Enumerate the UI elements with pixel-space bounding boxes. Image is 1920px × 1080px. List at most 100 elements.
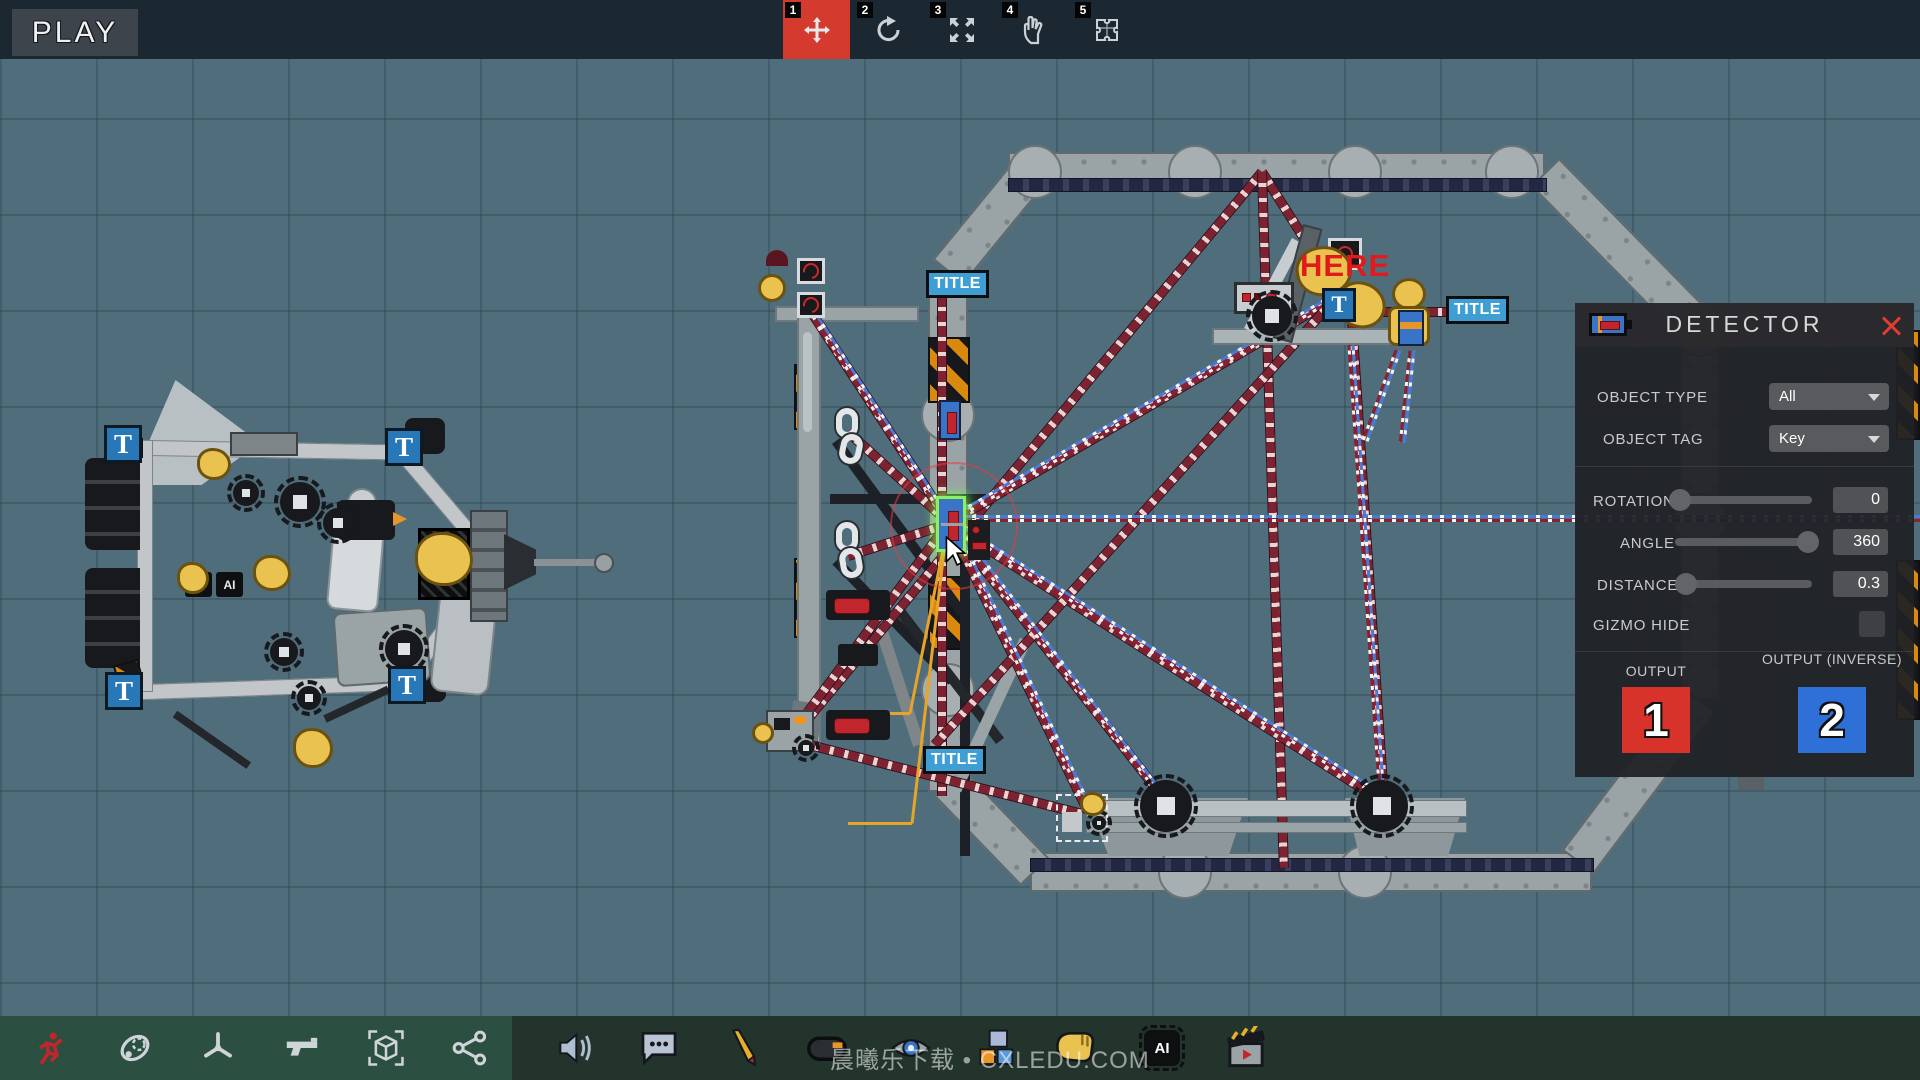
rotation-value[interactable]: 0 — [1833, 487, 1888, 513]
gear — [297, 686, 321, 710]
mushroom-cap — [766, 250, 788, 266]
watermark: 晨曦乐下载 • CXLEDU.COM — [830, 1040, 1150, 1075]
glove — [177, 562, 209, 594]
scale-tool-button[interactable]: 3 — [928, 0, 995, 59]
rotate-icon — [874, 15, 904, 45]
gizmo-pole-slot — [803, 332, 812, 432]
volume-icon[interactable] — [553, 1026, 597, 1070]
cone — [504, 534, 536, 590]
detector-beam — [1399, 350, 1416, 442]
truss-rod — [173, 711, 251, 769]
detector-beam — [1362, 349, 1401, 442]
panel-header: DETECTOR — [1575, 303, 1914, 347]
mouse-cursor — [944, 536, 966, 571]
entity-category-icon[interactable] — [30, 1026, 74, 1070]
rotation-loop-box[interactable] — [797, 258, 825, 284]
loop-arrow-icon — [800, 260, 822, 282]
gear — [270, 638, 298, 666]
distance-value[interactable]: 0.3 — [1833, 571, 1888, 597]
rotation-slider[interactable] — [1675, 496, 1812, 504]
key-object-box[interactable]: T — [1322, 288, 1356, 322]
output-button[interactable]: 1 — [1622, 687, 1690, 753]
hazard-stripe-left-rail-1 — [928, 337, 970, 403]
gear — [323, 508, 353, 538]
tool-number: 2 — [857, 2, 873, 18]
distance-slider-knob[interactable] — [1675, 573, 1697, 595]
ai-chip-label: AI — [1155, 1040, 1170, 1057]
yellow-ball — [752, 722, 774, 744]
engine-block — [85, 458, 140, 550]
machinery-category-icon[interactable] — [113, 1026, 157, 1070]
output-label: OUTPUT — [1581, 663, 1731, 679]
object-type-value: All — [1779, 388, 1796, 405]
t-box[interactable]: T — [385, 428, 423, 466]
move-tool-button[interactable]: 1 — [783, 0, 850, 59]
person-vest — [1398, 310, 1424, 346]
angle-slider-knob[interactable] — [1797, 531, 1819, 553]
object-tag-dropdown[interactable]: Key — [1769, 425, 1889, 452]
t-box[interactable]: T — [104, 425, 142, 463]
puzzle-icon — [1092, 15, 1122, 45]
gear — [1252, 296, 1292, 336]
prop-category-icon[interactable] — [364, 1026, 408, 1070]
output-inverse-button[interactable]: 2 — [1798, 687, 1866, 753]
rotation-slider-knob[interactable] — [1669, 489, 1691, 511]
grab-tool-button[interactable]: 4 — [1000, 0, 1067, 59]
object-type-label: OBJECT TYPE — [1597, 389, 1708, 406]
motor-core — [834, 598, 870, 614]
rotate-tool-button[interactable]: 2 — [855, 0, 922, 59]
left-machine[interactable]: T T T T AI AI — [85, 380, 615, 780]
wire — [848, 822, 912, 825]
tool-number: 3 — [930, 2, 946, 18]
weapon-category-icon[interactable] — [280, 1026, 324, 1070]
detector-device-small[interactable] — [939, 400, 961, 440]
game-screen[interactable]: T HERE TITLE TITLE TITLE T T T T — [0, 0, 1920, 1080]
cinema-icon[interactable] — [1224, 1026, 1268, 1070]
rotation-loop-box[interactable] — [797, 292, 825, 318]
angle-label: ANGLE — [1620, 535, 1675, 552]
title-tag[interactable]: TITLE — [923, 746, 986, 774]
beak — [393, 512, 407, 526]
conveyor-bottom — [1030, 858, 1594, 872]
glove — [197, 448, 231, 480]
move-icon — [802, 15, 832, 45]
motor-block-small — [838, 644, 878, 666]
title-tag[interactable]: TITLE — [1446, 296, 1509, 324]
title-tag[interactable]: TITLE — [926, 270, 989, 298]
close-icon[interactable] — [1880, 314, 1902, 336]
yellow-ball — [758, 274, 786, 302]
cart-wheel — [1140, 780, 1192, 832]
play-button[interactable]: PLAY — [12, 9, 138, 56]
gizmo-hide-checkbox[interactable] — [1859, 611, 1885, 637]
t-box[interactable]: T — [105, 672, 143, 710]
object-tag-value: Key — [1779, 430, 1805, 447]
angle-value[interactable]: 360 — [1833, 529, 1888, 555]
glove — [253, 555, 291, 591]
attach-tool-button[interactable]: 5 — [1073, 0, 1140, 59]
chat-icon[interactable] — [637, 1026, 681, 1070]
gear — [798, 740, 814, 756]
cart-rail — [1086, 822, 1467, 833]
gear — [233, 480, 259, 506]
category-zone — [0, 1016, 512, 1080]
object-type-dropdown[interactable]: All — [1769, 383, 1889, 410]
connection-category-icon[interactable] — [448, 1026, 492, 1070]
angle-slider[interactable] — [1675, 538, 1812, 546]
cart-wheel — [1356, 780, 1408, 832]
gear — [280, 482, 320, 522]
ai-chip: AI — [216, 572, 243, 597]
motor-core — [834, 718, 870, 734]
hand-icon — [1019, 15, 1049, 45]
loop-arrow-icon — [800, 294, 822, 316]
distance-label: DISTANCE — [1597, 577, 1678, 594]
top-bar: PLAY 1 2 3 4 5 — [0, 0, 1920, 59]
rotation-label: ROTATION — [1593, 493, 1675, 510]
glove — [293, 728, 333, 768]
gizmo-hide-label: GIZMO HIDE — [1593, 617, 1690, 634]
object-tag-label: OBJECT TAG — [1603, 431, 1704, 448]
pencil-icon[interactable] — [721, 1026, 765, 1070]
t-box[interactable]: T — [388, 666, 426, 704]
here-label: HERE — [1300, 248, 1390, 284]
selection-marquee — [1056, 794, 1108, 842]
propeller-category-icon[interactable] — [196, 1026, 240, 1070]
